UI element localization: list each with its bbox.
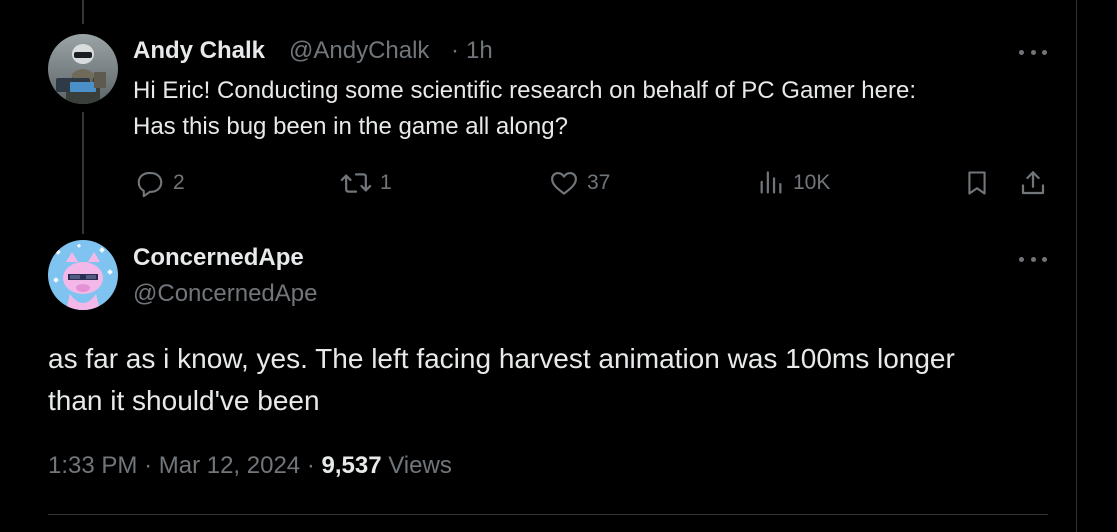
like-count: 37 <box>587 171 611 194</box>
tweet-thread: Andy Chalk @AndyChalk · 1h Hi Eric! Cond… <box>0 0 1117 532</box>
views-button[interactable]: 10K <box>757 166 830 200</box>
share-icon <box>1021 171 1045 195</box>
reply-tweet-text-line-2: than it should've been <box>48 385 320 416</box>
reply-tweet-text-line-1: as far as i know, yes. The left facing h… <box>48 343 955 374</box>
parent-separator: · <box>451 37 459 64</box>
reply-icon <box>137 171 163 198</box>
tweet-date[interactable]: Mar 12, 2024 <box>159 452 300 479</box>
concernedape-avatar[interactable] <box>48 240 118 310</box>
reply-more-icon[interactable] <box>1019 254 1047 264</box>
parent-more-icon[interactable] <box>1019 47 1047 57</box>
heart-icon <box>551 171 577 195</box>
parent-time-ago[interactable]: 1h <box>466 37 493 65</box>
parent-tweet-text-line-2: Has this bug been in the game all along? <box>133 113 568 140</box>
bookmark-icon <box>968 171 986 195</box>
andy-chalk-avatar[interactable] <box>48 34 118 104</box>
repost-button[interactable]: 1 <box>340 166 392 200</box>
column-border <box>1076 0 1077 532</box>
views-count-short: 10K <box>793 171 831 194</box>
meta-separator-1: · <box>144 452 153 479</box>
reply-button[interactable]: 2 <box>135 166 185 200</box>
tweet-views-label[interactable]: Views <box>388 452 452 479</box>
reply-count: 2 <box>173 171 185 194</box>
bookmark-button[interactable] <box>963 166 999 200</box>
thread-line-top <box>82 0 84 24</box>
reply-author-name[interactable]: ConcernedApe <box>133 244 304 272</box>
share-button[interactable] <box>1018 166 1056 200</box>
repost-icon <box>340 173 372 193</box>
tweet-views-count[interactable]: 9,537 <box>322 452 382 479</box>
reply-author-handle[interactable]: @ConcernedApe <box>133 280 317 308</box>
tweet-metadata: 1:33 PM · Mar 12, 2024 · 9,537 Views <box>48 452 452 480</box>
parent-author-handle[interactable]: @AndyChalk <box>289 37 429 65</box>
divider <box>48 514 1048 515</box>
tweet-time[interactable]: 1:33 PM <box>48 452 137 479</box>
repost-count: 1 <box>380 171 392 194</box>
like-button[interactable]: 37 <box>549 166 610 200</box>
analytics-icon <box>760 171 782 194</box>
parent-tweet-text-line-1: Hi Eric! Conducting some scientific rese… <box>133 77 917 104</box>
parent-author-name[interactable]: Andy Chalk <box>133 37 265 65</box>
meta-separator-2: · <box>306 452 315 479</box>
reply-tweet-text: as far as i know, yes. The left facing h… <box>48 338 1058 422</box>
thread-line <box>82 112 84 234</box>
